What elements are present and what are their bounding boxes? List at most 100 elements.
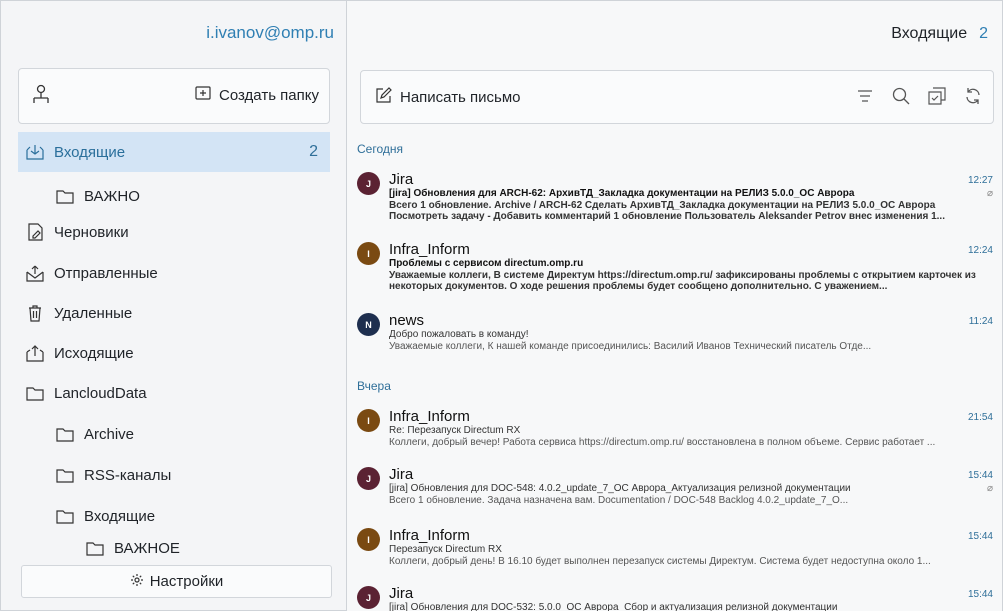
folder-label: Входящие bbox=[54, 143, 126, 161]
folder-header: Входящие 2 bbox=[891, 25, 988, 43]
filter-icon[interactable] bbox=[853, 84, 877, 108]
folder-icon bbox=[26, 384, 44, 402]
sent-icon bbox=[26, 264, 44, 282]
message-preview: Всего 1 обновление. Archive / ARCH-62 Сд… bbox=[389, 200, 945, 222]
folder-inbox-sub[interactable]: Входящие bbox=[56, 496, 155, 536]
avatar: J bbox=[357, 586, 380, 609]
settings-button[interactable]: Настройки bbox=[21, 565, 332, 598]
create-folder-label: Создать папку bbox=[219, 86, 319, 104]
settings-label: Настройки bbox=[149, 573, 224, 590]
folder-label: ВАЖНОЕ bbox=[114, 539, 180, 557]
select-icon[interactable] bbox=[925, 84, 949, 108]
inbox-icon bbox=[26, 143, 44, 161]
folder-label: Черновики bbox=[54, 223, 129, 241]
message-subject: [jira] Обновления для ARCH-62: АрхивТД_З… bbox=[389, 188, 855, 199]
folder-label: RSS-каналы bbox=[84, 466, 172, 484]
folder-label: Входящие bbox=[84, 507, 156, 525]
message-preview: Коллеги, добрый день! В 16.10 будет выпо… bbox=[389, 556, 931, 567]
message-time: 15:44 bbox=[967, 470, 993, 481]
message-item[interactable]: J Jira 12:27 ⌀ [jira] Обновления для ARC… bbox=[357, 169, 993, 233]
message-preview: Коллеги, добрый вечер! Работа сервиса ht… bbox=[389, 437, 936, 448]
message-sender: news bbox=[389, 312, 425, 329]
message-time: 21:54 bbox=[967, 412, 993, 423]
sidebar-toolbar: Создать папку bbox=[18, 68, 330, 124]
folder-label: LancloudData bbox=[54, 384, 147, 402]
folder-label: Исходящие bbox=[54, 344, 134, 362]
folder-sent[interactable]: Отправленные bbox=[26, 253, 158, 293]
paperclip-icon: ⌀ bbox=[986, 483, 993, 494]
folder-icon bbox=[86, 539, 104, 557]
folder-rss[interactable]: RSS-каналы bbox=[56, 455, 171, 495]
create-folder-button[interactable]: Создать папку bbox=[195, 85, 319, 105]
outbox-icon bbox=[26, 344, 44, 362]
section-label: Вчера bbox=[357, 379, 391, 393]
message-preview: Уважаемые коллеги, В системе Директум ht… bbox=[389, 270, 976, 292]
compose-button[interactable]: Написать письмо bbox=[375, 87, 521, 108]
folder-icon bbox=[56, 466, 74, 484]
pencil-icon bbox=[375, 87, 392, 108]
folder-label: ВАЖНО bbox=[84, 187, 140, 205]
message-item[interactable]: J Jira 15:44 ⌀ [jira] Обновления для DOC… bbox=[357, 464, 993, 514]
message-item[interactable]: N news 11:24 Добро пожаловать в команду!… bbox=[357, 310, 993, 360]
folder-icon bbox=[56, 187, 74, 205]
message-sender: Jira bbox=[389, 585, 414, 602]
message-preview: Всего 1 обновление. Задача назначена вам… bbox=[389, 495, 849, 506]
message-subject: Добро пожаловать в команду! bbox=[389, 329, 529, 340]
message-sender: Infra_Inform bbox=[389, 241, 470, 258]
mail-app: i.ivanov@omp.ru Создать папку Входящие 2… bbox=[0, 0, 1003, 611]
section-label: Сегодня bbox=[357, 142, 403, 156]
folder-vazhno[interactable]: ВАЖНО bbox=[56, 176, 140, 216]
search-icon[interactable] bbox=[889, 84, 913, 108]
message-item[interactable]: I Infra_Inform 21:54 Re: Перезапуск Dire… bbox=[357, 406, 993, 456]
plus-square-icon bbox=[195, 85, 211, 105]
message-pane: Входящие 2 Написать письмо Сегодня J Jir… bbox=[347, 0, 1003, 611]
avatar: I bbox=[357, 409, 380, 432]
gear-icon bbox=[130, 573, 144, 591]
message-time: 15:44 bbox=[967, 531, 993, 542]
message-sender: Jira bbox=[389, 171, 414, 188]
account-switch-icon[interactable] bbox=[29, 83, 53, 107]
folder-trash[interactable]: Удаленные bbox=[26, 293, 132, 333]
message-subject: Re: Перезапуск Directum RX bbox=[389, 425, 521, 436]
toolbar-tools bbox=[853, 84, 985, 108]
message-subject: Перезапуск Directum RX bbox=[389, 544, 502, 555]
message-subject: [jira] Обновления для DOC-532: 5.0.0_ОС … bbox=[389, 602, 838, 611]
sidebar: i.ivanov@omp.ru Создать папку Входящие 2… bbox=[0, 0, 347, 611]
avatar: I bbox=[357, 242, 380, 265]
message-subject: [jira] Обновления для DOC-548: 4.0.2_upd… bbox=[389, 483, 851, 494]
folder-vazhnoe[interactable]: ВАЖНОЕ bbox=[86, 533, 180, 563]
message-sender: Infra_Inform bbox=[389, 527, 470, 544]
message-preview: Уважаемые коллеги, К нашей команде присо… bbox=[389, 341, 872, 352]
folder-outbox[interactable]: Исходящие bbox=[26, 333, 134, 373]
message-item[interactable]: J Jira 15:44 [jira] Обновления для DOC-5… bbox=[357, 583, 993, 611]
folder-label: Отправленные bbox=[54, 264, 158, 282]
message-sender: Jira bbox=[389, 466, 414, 483]
avatar: J bbox=[357, 172, 380, 195]
folder-icon bbox=[56, 425, 74, 443]
message-subject: Проблемы с сервисом directum.omp.ru bbox=[389, 258, 584, 269]
compose-label: Написать письмо bbox=[400, 89, 521, 106]
message-time: 11:24 bbox=[968, 316, 993, 327]
trash-icon bbox=[26, 304, 44, 322]
message-time: 15:44 bbox=[967, 589, 993, 600]
account-email[interactable]: i.ivanov@omp.ru bbox=[206, 23, 334, 43]
refresh-icon[interactable] bbox=[961, 84, 985, 108]
folder-icon bbox=[56, 507, 74, 525]
message-toolbar: Написать письмо bbox=[360, 70, 994, 124]
avatar: I bbox=[357, 528, 380, 551]
message-time: 12:24 bbox=[967, 245, 993, 256]
folder-title: Входящие bbox=[891, 25, 968, 42]
folder-label: Archive bbox=[84, 425, 135, 443]
folder-drafts[interactable]: Черновики bbox=[26, 212, 129, 252]
message-item[interactable]: I Infra_Inform 12:24 Проблемы с сервисом… bbox=[357, 239, 993, 303]
draft-icon bbox=[26, 223, 44, 241]
unread-count: 2 bbox=[309, 143, 318, 160]
paperclip-icon: ⌀ bbox=[986, 188, 993, 199]
avatar: N bbox=[357, 313, 380, 336]
folder-lanclouddata[interactable]: LancloudData bbox=[26, 373, 147, 413]
message-sender: Infra_Inform bbox=[389, 408, 470, 425]
message-item[interactable]: I Infra_Inform 15:44 Перезапуск Directum… bbox=[357, 525, 993, 575]
folder-label: Удаленные bbox=[54, 304, 133, 322]
folder-archive[interactable]: Archive bbox=[56, 414, 134, 454]
folder-inbox[interactable]: Входящие 2 bbox=[18, 132, 330, 172]
